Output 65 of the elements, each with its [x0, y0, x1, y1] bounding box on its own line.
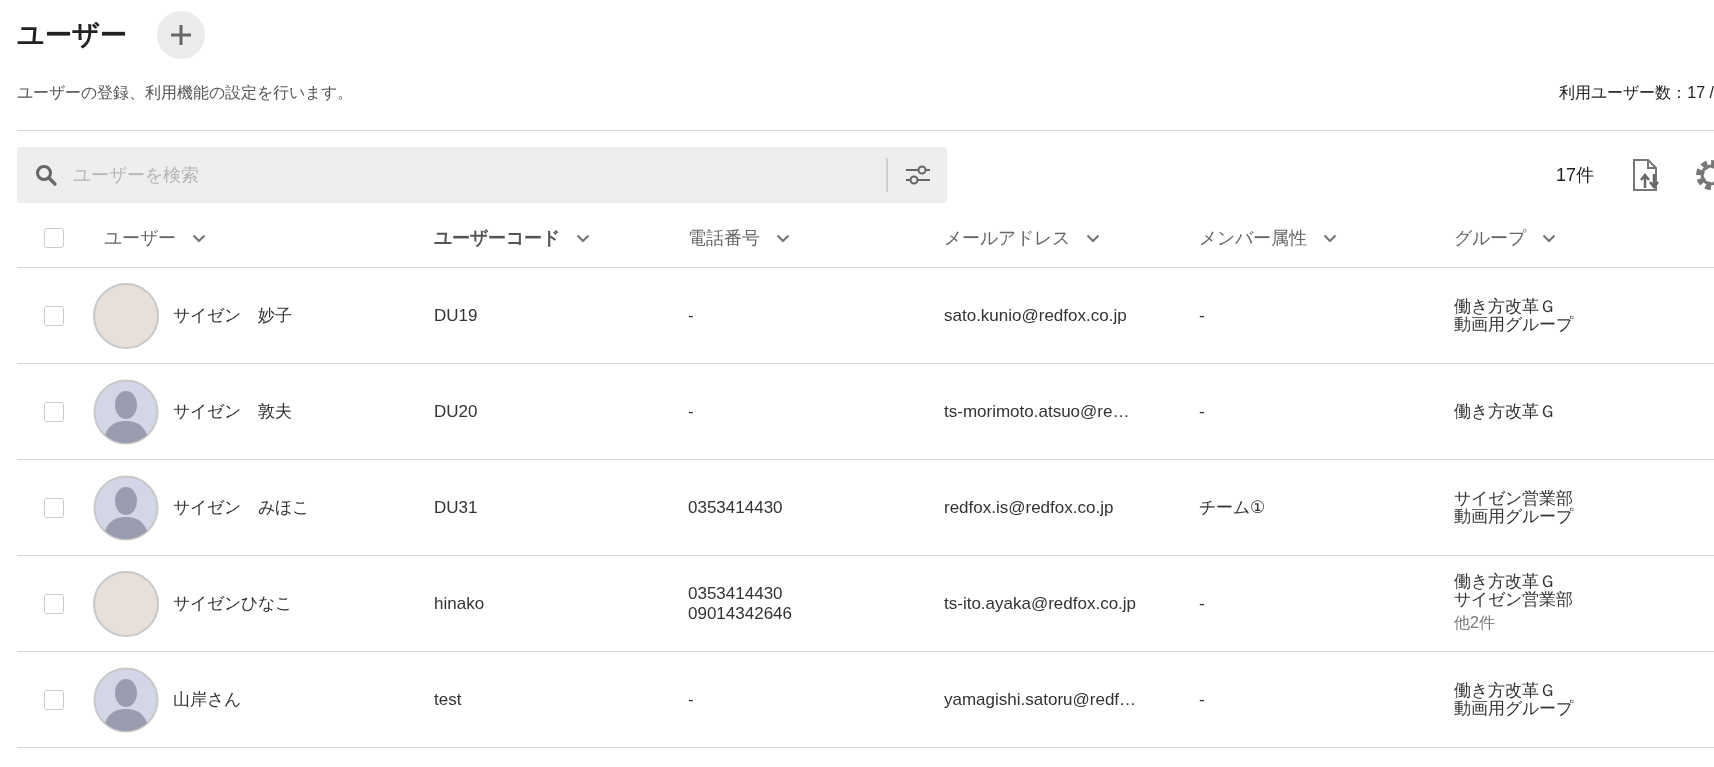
group-name: 動画用グループ — [1454, 507, 1573, 526]
group-name: 動画用グループ — [1454, 315, 1573, 334]
chevron-down-icon[interactable] — [1323, 233, 1337, 243]
group-name: 働き方改革Ｇ — [1454, 402, 1556, 421]
member-attribute: - — [1199, 401, 1205, 422]
user-name: サイゼンひなこ — [173, 593, 292, 615]
user-code: test — [434, 689, 462, 710]
email-address: ts-morimoto.atsuo@re… — [944, 401, 1130, 422]
row-checkbox[interactable] — [43, 401, 64, 422]
group-name: 働き方改革Ｇ — [1454, 681, 1556, 700]
phone-number: 09014342646 — [688, 603, 792, 624]
chevron-down-icon[interactable] — [776, 233, 790, 243]
chevron-down-icon[interactable] — [1086, 233, 1100, 243]
phone-number: 0353414430 — [688, 583, 783, 604]
user-code: hinako — [434, 593, 485, 614]
group-name: 働き方改革Ｇ — [1454, 573, 1556, 591]
user-name: サイゼン 妙子 — [173, 305, 292, 327]
email-address: redfox.is@redfox.co.jp — [944, 497, 1114, 518]
column-header[interactable]: メンバー属性 — [1199, 226, 1307, 250]
group-name: サイゼン営業部 — [1454, 591, 1573, 609]
page-title: ユーザー — [17, 19, 127, 52]
more-groups-count: 他2件 — [1454, 612, 1495, 633]
member-attribute: - — [1199, 305, 1205, 326]
phone-number: 0353414430 — [688, 497, 783, 518]
search-icon — [35, 164, 57, 186]
phone-number: - — [688, 689, 694, 710]
group-name: 動画用グループ — [1454, 699, 1573, 718]
row-checkbox[interactable] — [43, 593, 64, 614]
phone-number: - — [688, 305, 694, 326]
chevron-down-icon[interactable] — [576, 233, 590, 243]
column-header[interactable]: グループ — [1454, 226, 1526, 250]
chevron-down-icon[interactable] — [1542, 233, 1556, 243]
plus-icon — [170, 24, 192, 46]
user-code: DU31 — [434, 497, 478, 518]
user-usage-count: 利用ユーザー数：17 / — [1559, 82, 1714, 103]
user-code: DU19 — [434, 305, 478, 326]
email-address: ts-ito.ayaka@redfox.co.jp — [944, 593, 1137, 614]
select-all-checkbox[interactable] — [43, 228, 64, 248]
file-transfer-icon[interactable] — [1632, 158, 1662, 192]
phone-number: - — [688, 401, 694, 422]
row-checkbox[interactable] — [43, 689, 64, 710]
user-name: サイゼン みほこ — [173, 497, 309, 519]
member-attribute: チーム① — [1199, 497, 1266, 519]
row-checkbox[interactable] — [43, 497, 64, 518]
add-user-button[interactable] — [157, 11, 205, 59]
row-checkbox[interactable] — [43, 305, 64, 326]
group-name: 働き方改革Ｇ — [1454, 297, 1556, 316]
user-code: DU20 — [434, 401, 478, 422]
result-count: 17件 — [1555, 164, 1594, 187]
column-header[interactable]: ユーザーコード — [434, 226, 560, 250]
member-attribute: - — [1199, 593, 1205, 614]
group-name: サイゼン営業部 — [1454, 489, 1573, 508]
email-address: sato.kunio@redfox.co.jp — [944, 305, 1127, 326]
chevron-down-icon[interactable] — [192, 233, 206, 243]
email-address: yamagishi.satoru@redf… — [944, 689, 1137, 710]
column-header[interactable]: ユーザー — [104, 226, 176, 250]
column-header[interactable]: メールアドレス — [944, 226, 1070, 250]
user-name: 山岸さん — [173, 689, 241, 711]
search-field[interactable]: ユーザーを検索 — [17, 147, 947, 203]
member-attribute: - — [1199, 689, 1205, 710]
user-name: サイゼン 敦夫 — [173, 401, 292, 423]
search-input[interactable]: ユーザーを検索 — [71, 163, 886, 187]
column-header[interactable]: 電話番号 — [688, 226, 760, 250]
sliders-icon — [905, 164, 931, 186]
page-description: ユーザーの登録、利用機能の設定を行います。 — [17, 82, 353, 103]
